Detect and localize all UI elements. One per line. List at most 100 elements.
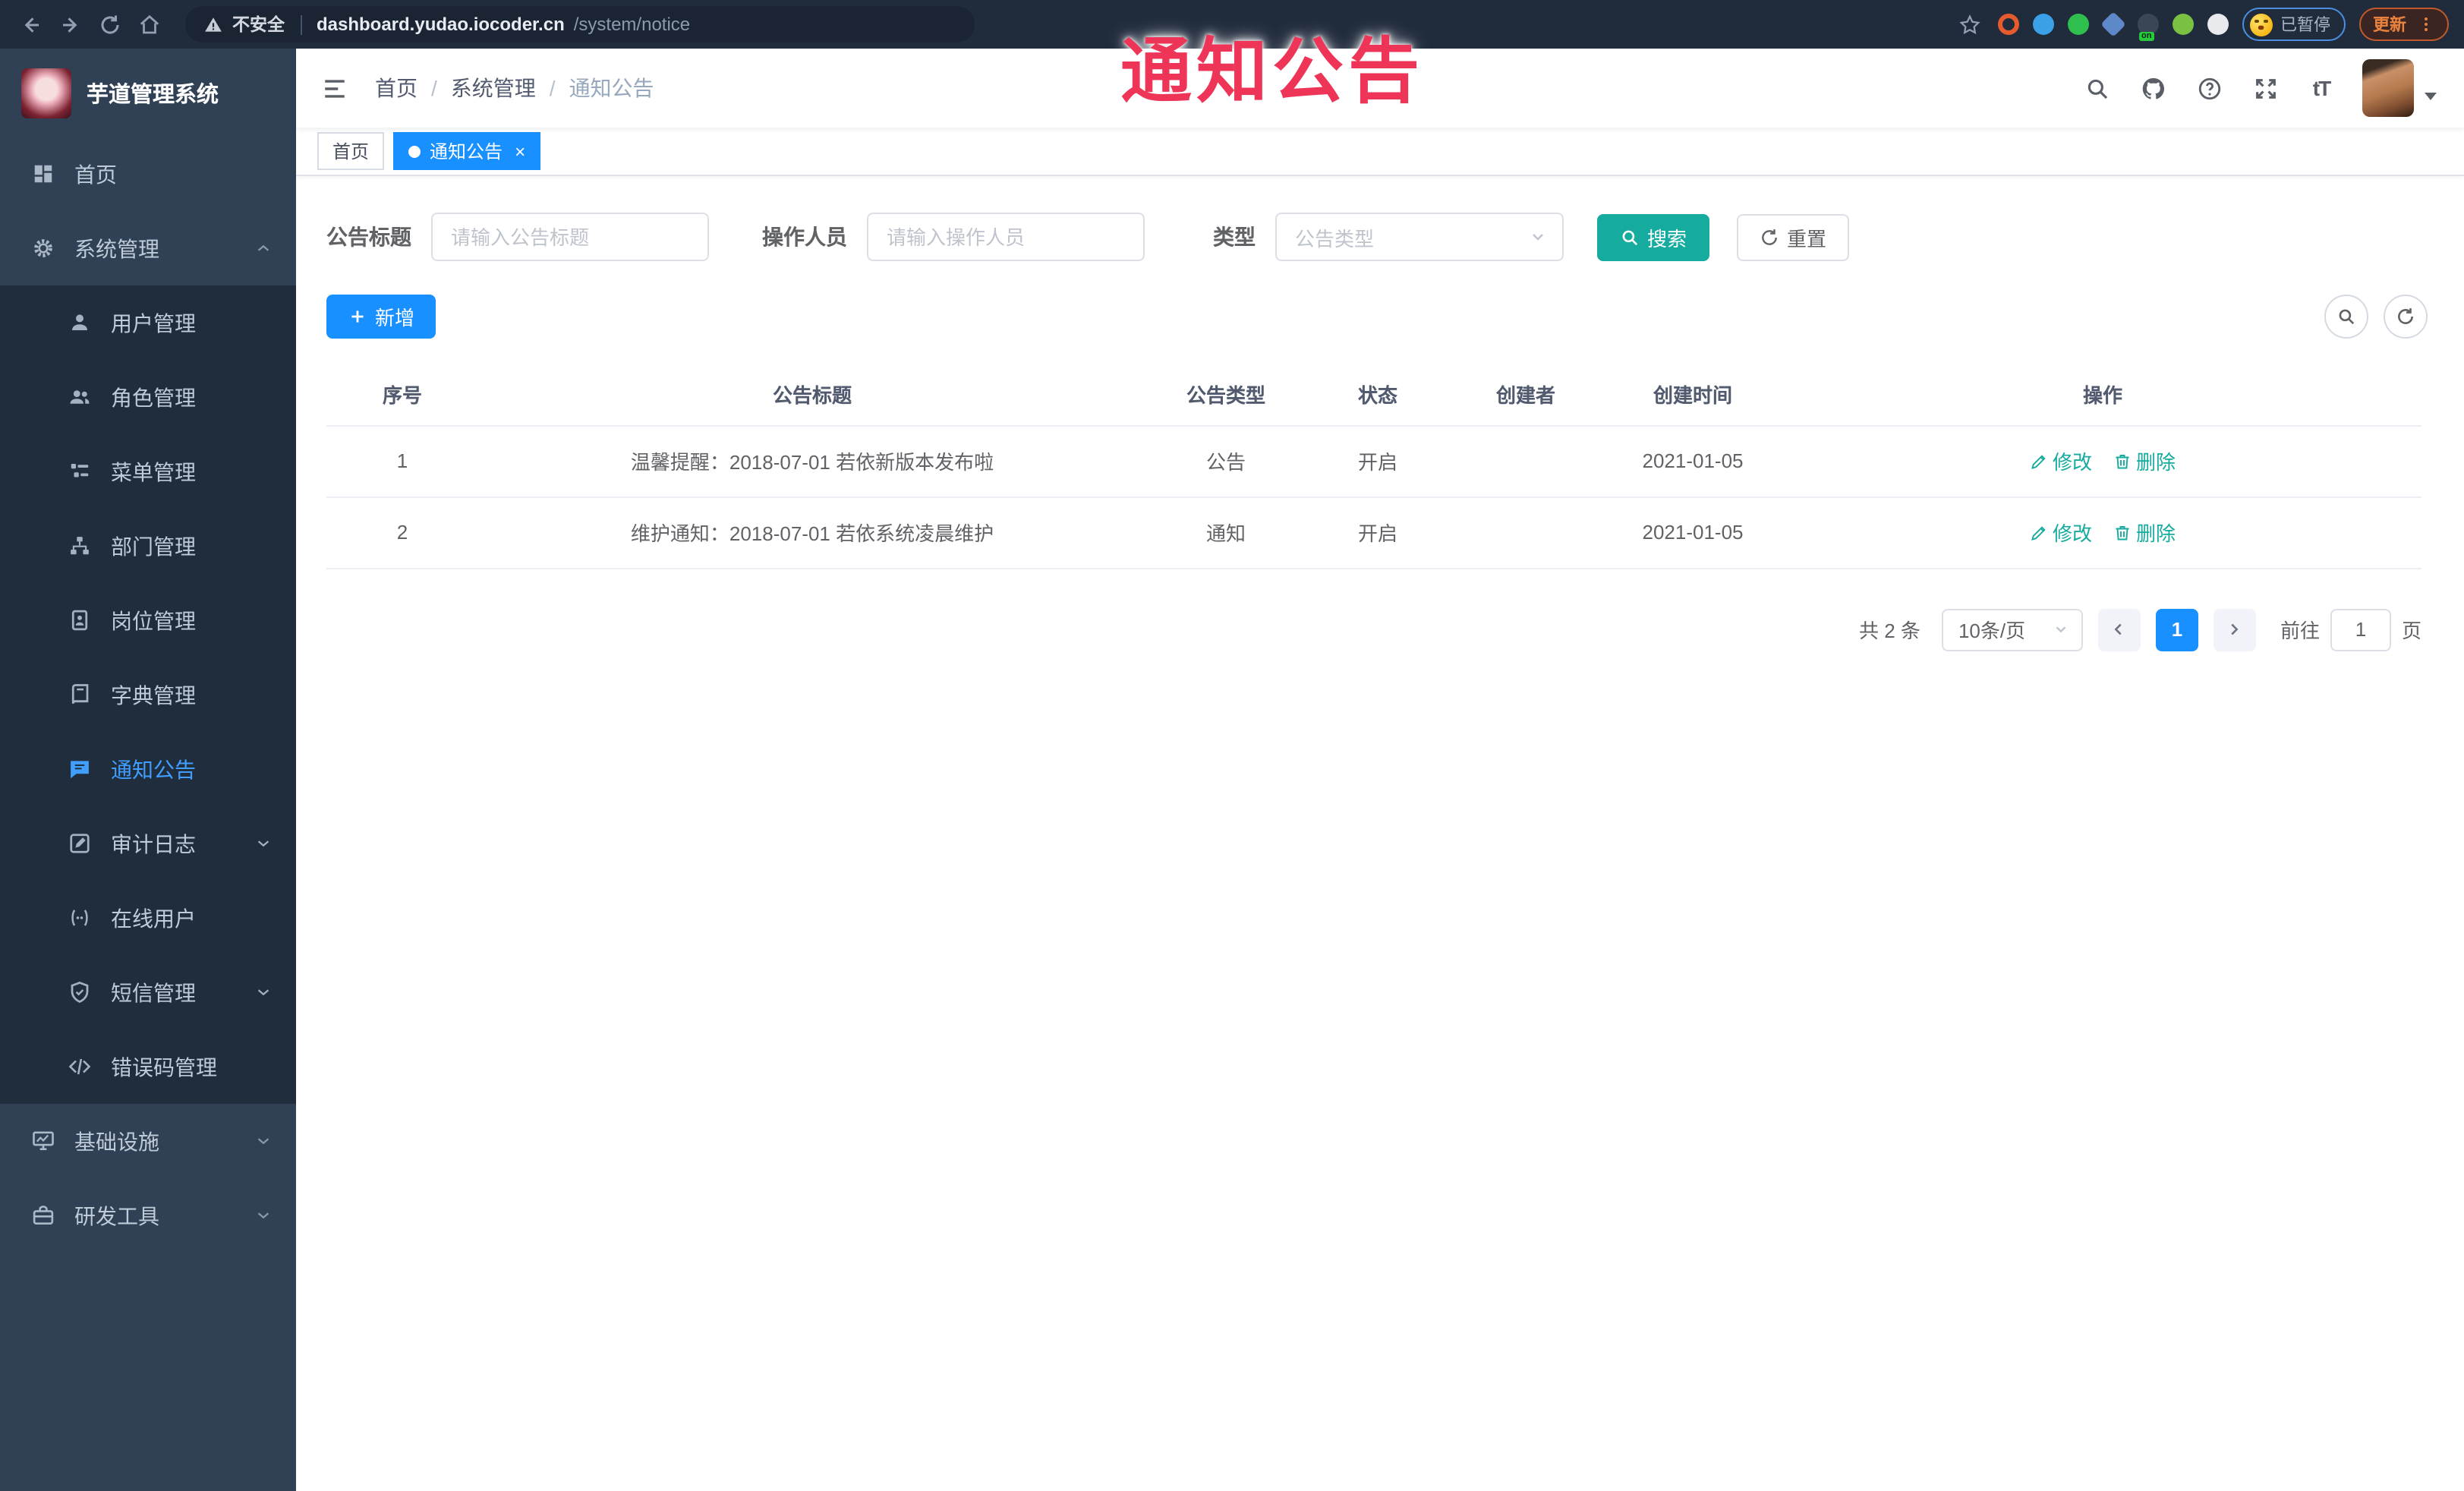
font-size-icon[interactable]: tT — [2306, 73, 2336, 103]
search-icon — [2339, 309, 2355, 325]
sidebar-item[interactable]: 研发工具 — [0, 1178, 296, 1253]
green-circle-extension-icon[interactable] — [2068, 14, 2089, 35]
infra-icon — [33, 1131, 54, 1150]
sidebar-item[interactable]: 角色管理 — [0, 360, 296, 434]
delete-label: 删除 — [2136, 451, 2176, 474]
edit-link[interactable]: 修改 — [2030, 518, 2092, 547]
column-header: 序号 — [326, 364, 478, 426]
sidebar-item[interactable]: 短信管理 — [0, 955, 296, 1029]
sidebar-item[interactable]: 菜单管理 — [0, 434, 296, 509]
online-icon — [71, 909, 88, 926]
sidebar-item[interactable]: 在线用户 — [0, 881, 296, 955]
sidebar-item[interactable]: 通知公告 — [0, 732, 296, 806]
table-row: 1 温馨提醒：2018-07-01 若依新版本发布啦 公告 开启 2021-01-05 修… — [326, 425, 2421, 497]
search-button[interactable]: 搜索 — [1597, 213, 1710, 260]
sidebar-item[interactable]: 首页 — [0, 137, 296, 211]
refresh-icon — [1762, 229, 1777, 244]
sidebar-item[interactable]: 系统管理 — [0, 211, 296, 285]
browser-back-icon[interactable] — [15, 9, 46, 39]
edit-link[interactable]: 修改 — [2030, 446, 2092, 475]
breadcrumb-home[interactable]: 首页 — [375, 73, 417, 103]
code-icon — [68, 1058, 91, 1075]
reset-button[interactable]: 重置 — [1737, 213, 1850, 260]
page-size-select[interactable]: 10条/页 — [1941, 608, 2083, 651]
delete-icon — [2116, 454, 2129, 468]
notice-type: 公告 — [1146, 425, 1306, 497]
chevron-right-icon — [2232, 623, 2239, 635]
user-avatar[interactable] — [2362, 59, 2414, 117]
fullscreen-icon[interactable] — [2250, 73, 2280, 103]
prev-page-button[interactable] — [2097, 608, 2141, 651]
delete-link[interactable]: 删除 — [2113, 446, 2176, 475]
update-label[interactable]: 更新 — [2373, 12, 2406, 36]
add-button[interactable]: 新增 — [326, 295, 436, 339]
sidebar-item-label: 系统管理 — [74, 236, 159, 260]
blue-diamond-extension-icon[interactable] — [2100, 11, 2126, 37]
title-filter-input[interactable] — [431, 213, 709, 261]
top-navbar: 首页 / 系统管理 / 通知公告 tT — [296, 49, 2464, 128]
blue-drop-extension-icon[interactable] — [2033, 14, 2054, 35]
close-icon[interactable]: × — [515, 142, 525, 160]
github-icon[interactable] — [2138, 73, 2168, 103]
tag-label: 通知公告 — [430, 141, 503, 162]
sidebar-item[interactable]: 审计日志 — [0, 806, 296, 881]
tag-notice[interactable]: 通知公告 × — [393, 132, 541, 170]
browser-reload-icon[interactable] — [94, 9, 124, 39]
sidebar-item[interactable]: 用户管理 — [0, 285, 296, 360]
goto-page-unit: 页 — [2401, 619, 2421, 642]
type-select[interactable]: 公告类型 — [1275, 213, 1564, 261]
type-filter-label: 类型 — [1213, 225, 1256, 249]
app-logo — [21, 68, 71, 118]
next-page-button[interactable] — [2213, 608, 2256, 651]
user-menu[interactable] — [2362, 59, 2437, 117]
kebab-menu-icon[interactable] — [2417, 15, 2435, 33]
delete-link[interactable]: 删除 — [2113, 518, 2176, 547]
dark-on-badge-extension-icon[interactable]: on — [2138, 14, 2159, 41]
browser-update-button[interactable]: 更新 — [2359, 8, 2449, 41]
sidebar-item[interactable]: 错误码管理 — [0, 1029, 296, 1104]
operator-filter-input[interactable] — [867, 213, 1145, 261]
tag-home[interactable]: 首页 — [317, 132, 385, 170]
refresh-table-button[interactable] — [2384, 295, 2428, 339]
column-header: 公告类型 — [1146, 364, 1306, 426]
sidebar-item[interactable]: 部门管理 — [0, 509, 296, 583]
notice-status: 开启 — [1306, 496, 1450, 569]
tab-paused-pill[interactable]: 已暂停 — [2242, 8, 2346, 41]
edit-label: 修改 — [2052, 451, 2092, 474]
help-icon[interactable] — [2194, 73, 2224, 103]
column-header: 创建时间 — [1602, 364, 1784, 426]
toggle-search-button[interactable] — [2324, 295, 2368, 339]
shield-icon — [71, 982, 89, 1003]
url-path[interactable]: /system/notice — [574, 14, 690, 35]
browser-forward-icon[interactable] — [55, 9, 85, 39]
url-host[interactable]: dashboard.yudao.iocoder.cn — [317, 14, 565, 35]
page-number-button[interactable]: 1 — [2155, 608, 2198, 651]
warning-icon — [205, 17, 222, 31]
sidebar: 芋道管理系统 首页系统管理用户管理 角色管理 菜单管理 部门管理 岗位管理 字典管理 通知公… — [0, 49, 296, 1491]
security-warning[interactable]: 不安全 — [232, 12, 285, 36]
address-bar[interactable]: 不安全 dashboard.yudao.iocoder.cn/system/no… — [185, 6, 975, 43]
sidebar-item[interactable]: 字典管理 — [0, 657, 296, 732]
chevron-down-icon — [257, 1138, 269, 1145]
sidebar-item[interactable]: 基础设施 — [0, 1104, 296, 1178]
breadcrumb-system[interactable]: 系统管理 — [451, 73, 536, 103]
extensions-row: on — [1998, 11, 2229, 41]
green-leaf-extension-icon[interactable] — [2173, 14, 2194, 35]
chevron-down-icon — [257, 989, 269, 996]
reset-button-label: 重置 — [1787, 227, 1827, 250]
orange-ring-extension-icon[interactable] — [1998, 14, 2019, 35]
plus-icon — [351, 310, 364, 323]
row-index: 1 — [326, 425, 478, 497]
sidebar-header: 芋道管理系统 — [0, 49, 296, 137]
breadcrumb: 首页 / 系统管理 / 通知公告 — [375, 73, 654, 103]
goto-page-input[interactable] — [2330, 608, 2391, 651]
sidebar-item[interactable]: 岗位管理 — [0, 583, 296, 657]
bookmark-star-icon[interactable] — [1954, 9, 1984, 39]
sidebar-item-label: 审计日志 — [111, 831, 196, 856]
puzzle-extension-icon[interactable] — [2207, 14, 2229, 35]
search-icon[interactable] — [2081, 73, 2112, 103]
notice-title: 温馨提醒：2018-07-01 若依新版本发布啦 — [478, 425, 1146, 497]
browser-home-icon[interactable] — [134, 9, 164, 39]
hamburger-icon[interactable] — [317, 71, 351, 105]
sidebar-item-label: 短信管理 — [111, 980, 196, 1004]
